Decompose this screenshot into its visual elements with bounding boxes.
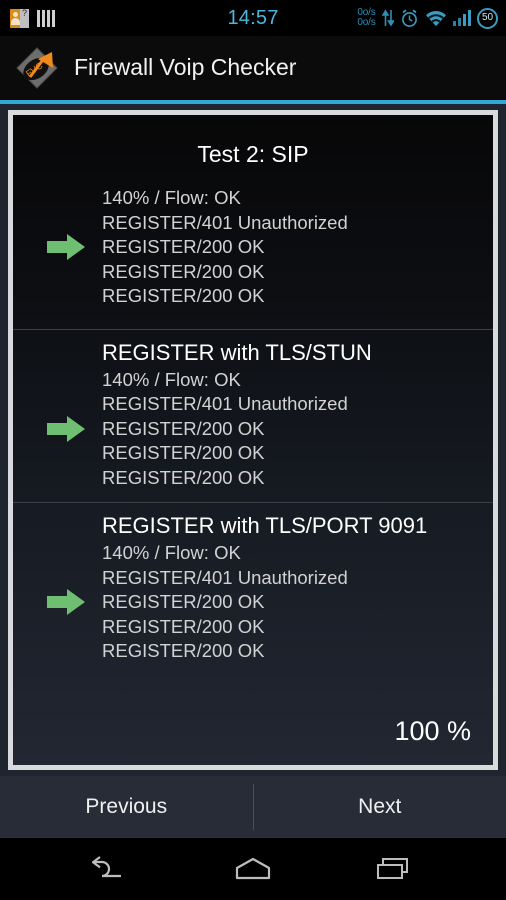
sim-bars-icon	[37, 9, 55, 27]
data-transfer-icon	[381, 9, 395, 27]
result-log-lines: 140% / Flow: OK REGISTER/401 Unauthorize…	[102, 368, 348, 491]
battery-indicator: 50	[477, 7, 498, 29]
app-logo-icon: FVC	[14, 45, 60, 91]
result-log-lines: 140% / Flow: OK REGISTER/401 Unauthorize…	[102, 541, 348, 664]
alarm-clock-icon	[400, 8, 419, 28]
cell-signal-icon	[452, 10, 471, 26]
status-bar-right-icons: 0o/s 0o/s 50	[357, 7, 498, 29]
contact-missing-icon: ?	[10, 7, 29, 28]
log-line: REGISTER/200 OK	[102, 442, 265, 463]
log-line: REGISTER/200 OK	[102, 466, 265, 488]
result-section-heading: REGISTER with TLS/STUN	[102, 339, 372, 365]
result-section-heading: REGISTER with TLS/PORT 9091	[102, 513, 428, 538]
next-button[interactable]: Next	[254, 795, 506, 819]
back-icon[interactable]	[81, 849, 141, 889]
log-line: REGISTER/200 OK	[102, 260, 265, 282]
log-line: 140% / Flow: OK	[102, 368, 241, 390]
content-area: Test 2: SIP 140% / Flow: OK REGISTER/401…	[0, 104, 506, 776]
test-title: Test 2: SIP	[197, 141, 309, 167]
log-line: REGISTER/401 Unauthorized	[102, 566, 348, 588]
contact-question-glyph: ?	[21, 7, 27, 18]
home-icon[interactable]	[223, 849, 283, 889]
log-line: 140% / Flow: OK	[102, 542, 241, 563]
result-log-lines: 140% / Flow: OK REGISTER/401 Unauthorize…	[102, 186, 348, 309]
log-line: REGISTER/200 OK	[102, 640, 265, 661]
log-line: REGISTER/200 OK	[102, 417, 265, 439]
log-line: REGISTER/200 OK	[102, 285, 265, 306]
result-section: 140% / Flow: OK REGISTER/401 Unauthorize…	[13, 186, 493, 323]
result-section: REGISTER with TLS/STUN 140% / Flow: OK R…	[13, 328, 493, 497]
previous-button[interactable]: Previous	[0, 795, 253, 819]
log-line: REGISTER/401 Unauthorized	[102, 393, 348, 414]
log-line: REGISTER/200 OK	[102, 236, 265, 257]
wifi-icon	[425, 10, 447, 27]
green-arrow-icon	[47, 415, 85, 442]
system-nav-bar	[0, 838, 506, 900]
status-bar-left-icons: ?	[10, 7, 55, 28]
network-speed-indicator: 0o/s 0o/s	[357, 8, 375, 28]
result-section-body: 140% / Flow: OK REGISTER/401 Unauthorize…	[27, 186, 479, 323]
navigation-button-bar: Previous Next	[0, 776, 506, 838]
status-bar: ? 14:57 0o/s 0o/s 50	[0, 0, 506, 36]
result-section-body: 140% / Flow: OK REGISTER/401 Unauthorize…	[27, 541, 479, 664]
green-arrow-icon	[47, 234, 85, 261]
log-line: REGISTER/401 Unauthorized	[102, 211, 348, 233]
status-arrow-container	[27, 234, 102, 261]
recents-icon[interactable]	[365, 849, 425, 889]
result-section-body: 140% / Flow: OK REGISTER/401 Unauthorize…	[27, 368, 479, 491]
log-line: REGISTER/200 OK	[102, 615, 265, 637]
app-action-bar: FVC Firewall Voip Checker	[0, 36, 506, 100]
result-section: REGISTER with TLS/PORT 9091 140% / Flow:…	[13, 502, 493, 670]
network-speed-up: 0o/s	[357, 17, 376, 28]
log-line: 140% / Flow: OK	[102, 187, 241, 208]
phone-screen: ? 14:57 0o/s 0o/s 50 FVC Firewall Voip C…	[0, 0, 506, 900]
log-line: REGISTER/200 OK	[102, 591, 265, 612]
results-panel: Test 2: SIP 140% / Flow: OK REGISTER/401…	[8, 110, 498, 770]
green-arrow-icon	[47, 589, 85, 616]
status-arrow-container	[27, 589, 102, 616]
page-title: Firewall Voip Checker	[74, 54, 297, 80]
progress-percent-label: 100 %	[394, 716, 471, 746]
status-arrow-container	[27, 415, 102, 442]
